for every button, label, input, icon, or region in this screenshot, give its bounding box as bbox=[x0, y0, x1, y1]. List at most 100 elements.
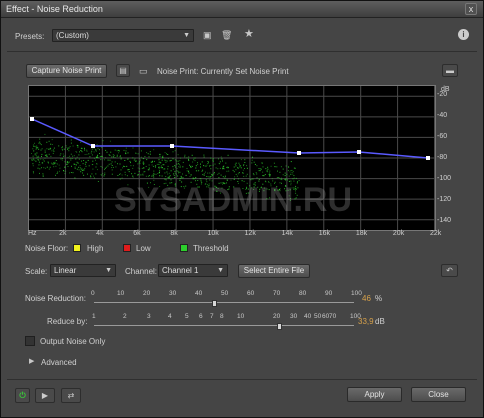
title-bar: Effect - Noise Reduction x bbox=[1, 1, 483, 18]
play-icon[interactable]: ▶ bbox=[35, 388, 55, 403]
noise-print-graph[interactable]: SYSADMIN.RU bbox=[28, 85, 436, 231]
x-tick-label: 18k bbox=[355, 230, 368, 237]
disclosure-triangle-icon[interactable]: ▶ bbox=[29, 357, 34, 367]
folder-icon[interactable]: ▭ bbox=[139, 66, 148, 76]
noise-reduction-value[interactable]: 46 bbox=[362, 294, 371, 303]
presets-label: Presets: bbox=[15, 32, 45, 41]
graph-canvas: SYSADMIN.RU bbox=[29, 86, 435, 230]
reduce-by-unit: dB bbox=[375, 317, 385, 326]
close-button[interactable]: Close bbox=[411, 387, 466, 402]
output-noise-only-label: Output Noise Only bbox=[40, 337, 106, 346]
slider-tick-label: 0 bbox=[91, 290, 95, 297]
slider-tick-label: 100 bbox=[351, 290, 362, 297]
slider-tick-label: 3 bbox=[147, 313, 151, 320]
reduce-by-label: Reduce by: bbox=[47, 317, 88, 326]
noise-print-status: Noise Print: Currently Set Noise Print bbox=[157, 67, 289, 76]
close-window-button[interactable]: x bbox=[465, 3, 477, 15]
chevron-down-icon: ▼ bbox=[105, 267, 112, 274]
info-icon[interactable]: i bbox=[458, 29, 469, 40]
x-tick-label: 10k bbox=[207, 230, 219, 237]
power-icon[interactable]: ⏻ bbox=[15, 388, 30, 403]
channel-dropdown[interactable]: Channel 1 ▼ bbox=[158, 264, 228, 277]
y-tick-label: -60 bbox=[437, 133, 448, 141]
noise-reduction-window: Effect - Noise Reduction x Presets: (Cus… bbox=[0, 0, 484, 418]
apply-button[interactable]: Apply bbox=[347, 387, 402, 402]
x-tick-label: 20k bbox=[392, 230, 405, 237]
curve-control-point[interactable] bbox=[357, 150, 361, 154]
reset-graph-icon[interactable]: ↶ bbox=[441, 264, 458, 277]
reduce-by-slider[interactable] bbox=[94, 323, 354, 330]
slider-tick-label: 70 bbox=[273, 290, 281, 297]
slider-tick-label: 70 bbox=[329, 313, 337, 320]
chevron-down-icon: ▼ bbox=[217, 267, 224, 274]
slider-tick-label: 20 bbox=[273, 313, 281, 320]
presets-value: (Custom) bbox=[56, 31, 89, 40]
scale-label: Scale: bbox=[25, 267, 48, 276]
scale-dropdown[interactable]: Linear ▼ bbox=[50, 264, 116, 277]
x-tick-label: 8k bbox=[170, 230, 178, 237]
save-preset-icon[interactable]: ▣ bbox=[203, 30, 212, 40]
star-icon[interactable]: ★ bbox=[244, 29, 254, 40]
threshold-curve[interactable] bbox=[31, 118, 429, 159]
graph-menu-button[interactable]: ▬ bbox=[442, 64, 458, 77]
slider-tick-label: 4 bbox=[168, 313, 172, 320]
output-noise-only-checkbox[interactable] bbox=[25, 336, 35, 346]
noise-reduction-slider[interactable] bbox=[94, 300, 354, 307]
capture-noise-print-button[interactable]: Capture Noise Print bbox=[26, 64, 107, 78]
legend-swatch-low bbox=[123, 244, 131, 252]
x-tick-label: 6k bbox=[133, 230, 141, 237]
slider-tick-label: 8 bbox=[220, 313, 224, 320]
slider-track bbox=[94, 302, 354, 303]
y-tick-label: -40 bbox=[437, 112, 448, 120]
x-tick-label: 22k bbox=[430, 230, 442, 237]
legend-swatch-threshold bbox=[180, 244, 188, 252]
curve-control-point[interactable] bbox=[297, 151, 301, 155]
y-tick-label: -100 bbox=[437, 174, 452, 182]
curve-control-point[interactable] bbox=[426, 156, 430, 160]
slider-track bbox=[94, 325, 354, 326]
trash-icon[interactable]: 🗑 bbox=[221, 30, 232, 40]
slider-tick-label: 40 bbox=[304, 313, 312, 320]
slider-tick-label: 60 bbox=[247, 290, 255, 297]
slider-tick-label: 90 bbox=[325, 290, 333, 297]
advanced-label[interactable]: Advanced bbox=[41, 358, 77, 367]
scale-value: Linear bbox=[54, 266, 77, 275]
x-tick-label: 14k bbox=[281, 230, 293, 237]
watermark-text: SYSADMIN.RU bbox=[114, 181, 352, 219]
curve-control-point[interactable] bbox=[170, 144, 174, 148]
curve-control-point[interactable] bbox=[91, 144, 95, 148]
loop-icon[interactable]: ⇄ bbox=[61, 388, 81, 403]
slider-tick-label: 50 bbox=[314, 313, 322, 320]
x-tick-label: 2k bbox=[59, 230, 67, 237]
x-tick-label: 12k bbox=[244, 230, 256, 237]
slider-tick-label: 40 bbox=[195, 290, 203, 297]
x-tick-label: 16k bbox=[318, 230, 331, 237]
legend-label-threshold: Threshold bbox=[193, 244, 229, 253]
noise-floor-label: Noise Floor: bbox=[25, 244, 69, 253]
slider-handle[interactable] bbox=[211, 300, 217, 307]
divider bbox=[7, 51, 477, 52]
noise-reduction-label: Noise Reduction: bbox=[25, 294, 86, 303]
slider-tick-label: 30 bbox=[290, 313, 298, 320]
select-entire-file-button[interactable]: Select Entire File bbox=[238, 264, 310, 278]
divider bbox=[7, 379, 477, 380]
save-noise-print-icon[interactable]: ▤ bbox=[116, 64, 130, 77]
slider-tick-label: 5 bbox=[185, 313, 189, 320]
slider-tick-label: 50 bbox=[221, 290, 229, 297]
channel-label: Channel: bbox=[125, 267, 158, 276]
slider-tick-label: 10 bbox=[117, 290, 125, 297]
presets-dropdown[interactable]: (Custom) ▼ bbox=[52, 29, 194, 42]
legend-swatch-high bbox=[73, 244, 81, 252]
curve-control-point[interactable] bbox=[30, 117, 34, 121]
slider-tick-label: 1 bbox=[92, 313, 96, 320]
y-tick-label: -140 bbox=[437, 216, 452, 224]
slider-tick-label: 80 bbox=[299, 290, 307, 297]
x-tick-label: 4k bbox=[96, 230, 104, 237]
slider-handle[interactable] bbox=[277, 323, 282, 330]
slider-tick-label: 6 bbox=[199, 313, 203, 320]
chevron-down-icon: ▼ bbox=[183, 32, 190, 39]
reduce-by-value[interactable]: 33,9 bbox=[358, 317, 374, 326]
slider-tick-label: 20 bbox=[143, 290, 151, 297]
noise-reduction-unit: % bbox=[375, 294, 383, 303]
slider-tick-label: 10 bbox=[237, 313, 245, 320]
